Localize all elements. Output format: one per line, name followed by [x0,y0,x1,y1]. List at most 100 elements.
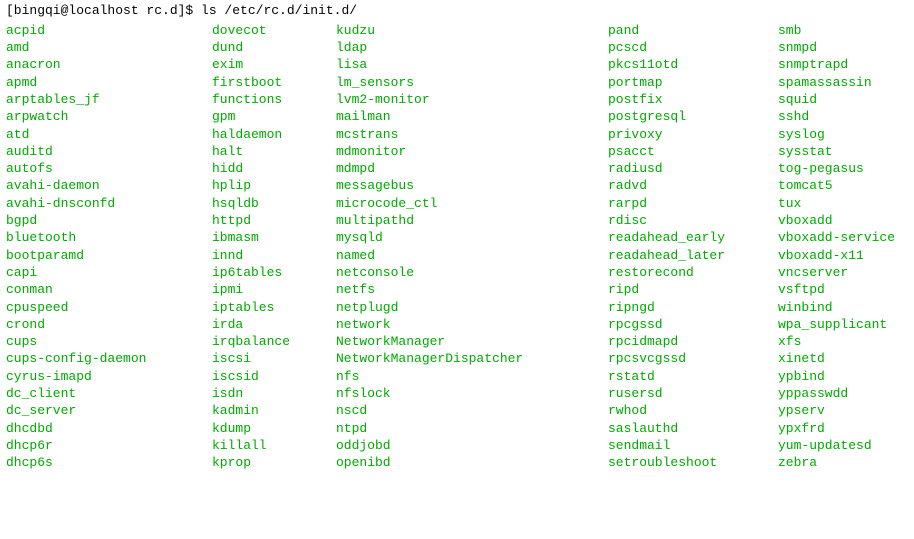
file-entry: lm_sensors [336,74,588,91]
file-entry: netfs [336,282,588,299]
file-entry: exim [212,57,316,74]
listing-column-1: acpidamdanacronapmdarptables_jfarpwatcha… [6,22,192,472]
file-entry: portmap [608,74,758,91]
file-entry: mysqld [336,230,588,247]
file-entry: bgpd [6,213,192,230]
file-entry: sendmail [608,437,758,454]
file-entry: xfs [778,334,914,351]
file-entry: radiusd [608,161,758,178]
file-entry: halt [212,143,316,160]
file-entry: psacct [608,143,758,160]
file-entry: sshd [778,109,914,126]
file-entry: yppasswdd [778,386,914,403]
file-entry: readahead_later [608,247,758,264]
file-entry: yum-updatesd [778,437,914,454]
file-entry: dhcp6s [6,455,192,472]
file-entry: rusersd [608,386,758,403]
file-entry: snmptrapd [778,57,914,74]
file-entry: dc_server [6,403,192,420]
file-entry: mailman [336,109,588,126]
file-entry: named [336,247,588,264]
file-entry: pand [608,22,758,39]
file-entry: bluetooth [6,230,192,247]
file-entry: firstboot [212,74,316,91]
file-entry: iscsi [212,351,316,368]
file-entry: zebra [778,455,914,472]
file-entry: syslog [778,126,914,143]
file-entry: rdisc [608,213,758,230]
file-entry: microcode_ctl [336,195,588,212]
file-entry: ibmasm [212,230,316,247]
file-entry: arptables_jf [6,91,192,108]
listing-column-3: kudzuldaplisalm_sensorslvm2-monitormailm… [336,22,588,472]
file-entry: restorecond [608,264,758,281]
file-entry: ripngd [608,299,758,316]
file-entry: dc_client [6,386,192,403]
file-entry: bootparamd [6,247,192,264]
file-entry: conman [6,282,192,299]
file-entry: pcscd [608,40,758,57]
file-entry: capi [6,264,192,281]
file-entry: httpd [212,213,316,230]
file-entry: killall [212,437,316,454]
file-entry: vncserver [778,264,914,281]
file-entry: vboxadd-x11 [778,247,914,264]
file-entry: cyrus-imapd [6,368,192,385]
file-entry: xinetd [778,351,914,368]
file-entry: sysstat [778,143,914,160]
file-entry: kprop [212,455,316,472]
file-entry: network [336,316,588,333]
file-entry: iptables [212,299,316,316]
file-entry: ntpd [336,420,588,437]
file-entry: dhcp6r [6,437,192,454]
file-entry: postgresql [608,109,758,126]
file-entry: functions [212,91,316,108]
file-entry: netplugd [336,299,588,316]
file-entry: oddjobd [336,437,588,454]
listing-column-4: pandpcscdpkcs11otdportmappostfixpostgres… [608,22,758,472]
file-entry: readahead_early [608,230,758,247]
file-entry: mcstrans [336,126,588,143]
file-entry: cpuspeed [6,299,192,316]
file-entry: radvd [608,178,758,195]
file-entry: saslauthd [608,420,758,437]
file-entry: dovecot [212,22,316,39]
file-entry: vboxadd [778,213,914,230]
file-entry: irqbalance [212,334,316,351]
file-entry: spamassassin [778,74,914,91]
file-entry: tomcat5 [778,178,914,195]
file-entry: mdmonitor [336,143,588,160]
listing-column-5: smbsnmpdsnmptrapdspamassassinsquidsshdsy… [778,22,914,472]
file-entry: privoxy [608,126,758,143]
file-entry: ripd [608,282,758,299]
listing-column-2: dovecotdundeximfirstbootfunctionsgpmhald… [212,22,316,472]
file-entry: rwhod [608,403,758,420]
file-entry: kudzu [336,22,588,39]
file-entry: cups-config-daemon [6,351,192,368]
file-entry: dund [212,40,316,57]
file-entry: ip6tables [212,264,316,281]
file-entry: openibd [336,455,588,472]
file-entry: tog-pegasus [778,161,914,178]
file-entry: vboxadd-service [778,230,914,247]
file-entry: ipmi [212,282,316,299]
file-entry: innd [212,247,316,264]
file-entry: squid [778,91,914,108]
file-entry: lisa [336,57,588,74]
file-entry: atd [6,126,192,143]
file-entry: postfix [608,91,758,108]
file-entry: acpid [6,22,192,39]
file-entry: kadmin [212,403,316,420]
file-entry: avahi-dnsconfd [6,195,192,212]
file-entry: hsqldb [212,195,316,212]
file-entry: NetworkManagerDispatcher [336,351,588,368]
file-entry: autofs [6,161,192,178]
file-entry: cups [6,334,192,351]
file-entry: apmd [6,74,192,91]
file-entry: winbind [778,299,914,316]
file-entry: irda [212,316,316,333]
file-entry: rpcsvcgssd [608,351,758,368]
file-entry: ypxfrd [778,420,914,437]
file-entry: rarpd [608,195,758,212]
file-entry: ypbind [778,368,914,385]
